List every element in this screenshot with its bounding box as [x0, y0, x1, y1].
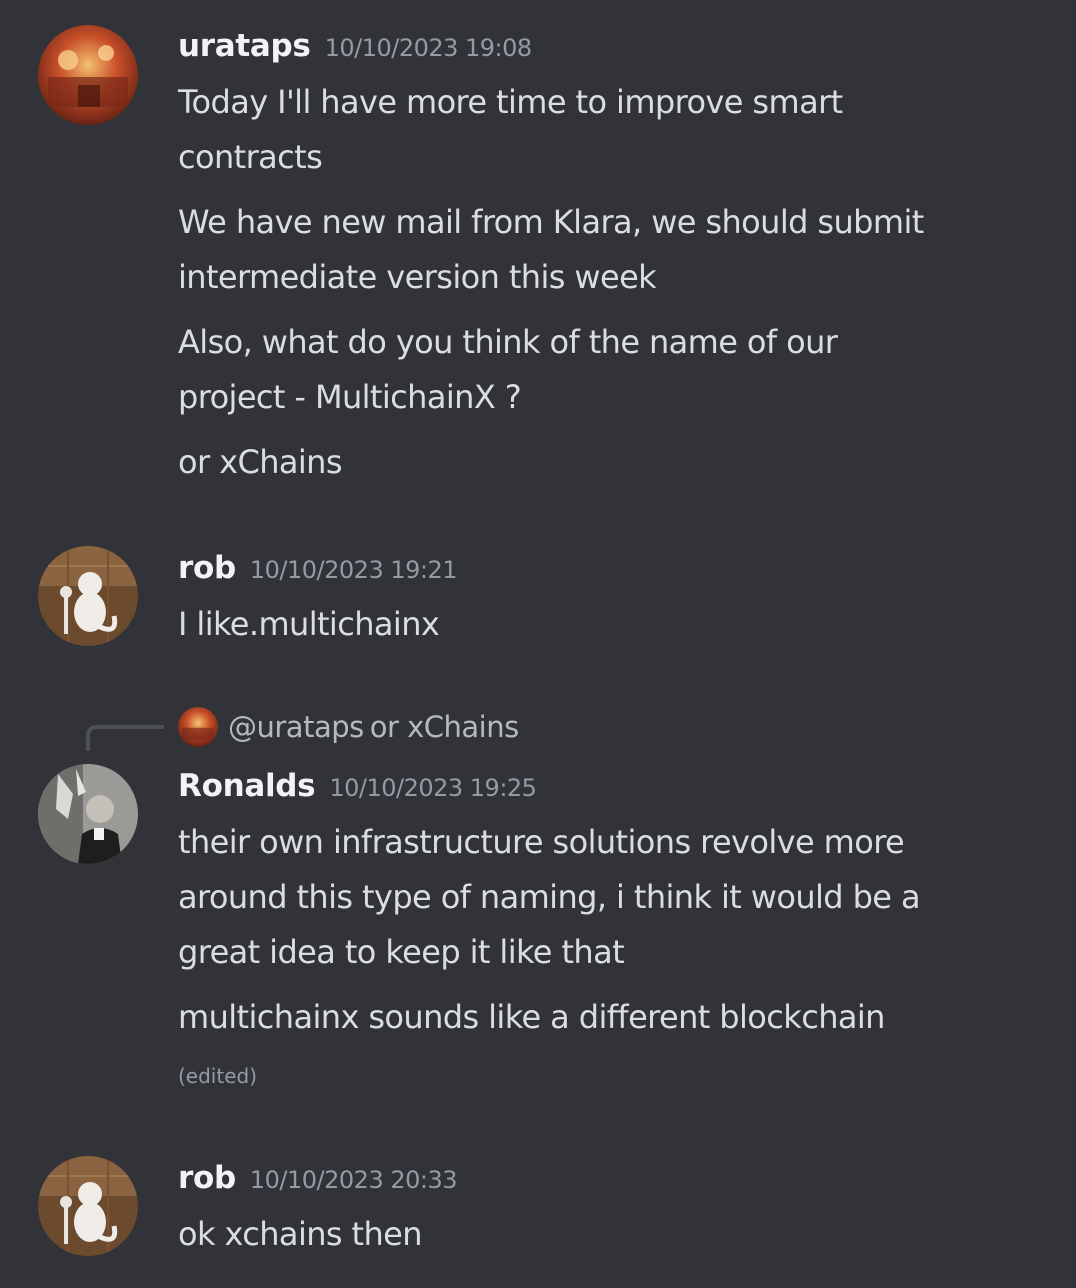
avatar[interactable] — [38, 546, 138, 646]
message-text: great idea to keep it like that — [178, 933, 625, 971]
username[interactable]: Ronalds — [178, 768, 316, 804]
username[interactable]: rob — [178, 550, 236, 586]
reply-connector — [86, 725, 164, 751]
message-text: intermediate version this week — [178, 258, 657, 296]
message-text: contracts — [178, 138, 323, 176]
message-text: Also, what do you think of the name of o… — [178, 323, 838, 361]
edited-label: (edited) — [178, 1064, 258, 1088]
message-text: around this type of naming, i think it w… — [178, 878, 921, 916]
timestamp[interactable]: 10/10/2023 20:33 — [250, 1166, 458, 1194]
timestamp[interactable]: 10/10/2023 19:08 — [325, 34, 533, 62]
message-text: multichainx sounds like a different bloc… — [178, 998, 885, 1036]
message-text: I like.multichainx — [178, 605, 440, 643]
reply-avatar[interactable] — [178, 707, 218, 747]
user-avatar-image — [38, 25, 138, 125]
reply-username[interactable]: @urataps — [228, 710, 364, 744]
reply-content[interactable]: or xChains — [370, 710, 520, 744]
chat-message-list: urataps 10/10/2023 19:08 Today I'll have … — [0, 0, 1076, 1288]
message-text: Today I'll have more time to improve sma… — [178, 83, 843, 121]
message-text: project - MultichainX ? — [178, 378, 522, 416]
timestamp[interactable]: 10/10/2023 19:21 — [250, 556, 458, 584]
user-avatar-image — [178, 707, 218, 747]
message-text: ok xchains then — [178, 1215, 423, 1253]
user-avatar-image — [38, 764, 138, 864]
username[interactable]: rob — [178, 1160, 236, 1196]
message-text: their own infrastructure solutions revol… — [178, 823, 905, 861]
message-text: We have new mail from Klara, we should s… — [178, 203, 924, 241]
user-avatar-image — [38, 546, 138, 646]
avatar[interactable] — [38, 25, 138, 125]
avatar[interactable] — [38, 764, 138, 864]
message-text: or xChains — [178, 443, 343, 481]
timestamp[interactable]: 10/10/2023 19:25 — [329, 774, 537, 802]
reply-preview[interactable]: @urataps or xChains — [228, 710, 519, 744]
user-avatar-image — [38, 1156, 138, 1256]
avatar[interactable] — [38, 1156, 138, 1256]
username[interactable]: urataps — [178, 28, 311, 64]
